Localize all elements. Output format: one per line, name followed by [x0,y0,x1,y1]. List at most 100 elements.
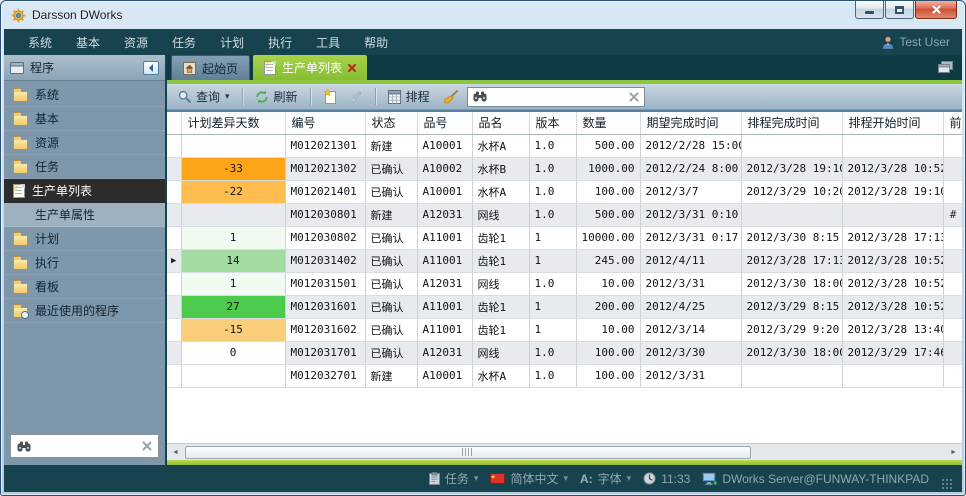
status-language-menu[interactable]: 简体中文 ▾ [490,470,568,487]
status-task-menu[interactable]: 任务 ▾ [429,470,479,487]
close-button[interactable] [915,1,957,19]
cell-item_name: 齿轮1 [472,249,529,272]
cell-code: M012031501 [285,272,365,295]
cell-sched_end [741,364,842,387]
page-icon [13,184,25,198]
scrollbar-thumb[interactable] [185,446,751,459]
sidebar-item-label: 最近使用的程序 [35,302,119,319]
minimize-icon [865,11,874,14]
cell-sched_start [842,364,943,387]
table-row[interactable]: -33M012021302已确认A10002水杯B1.01000.002012/… [167,157,962,180]
column-header-sched_start[interactable]: 排程开始时间 [842,111,943,134]
cell-version: 1 [529,295,576,318]
table-row[interactable]: -22M012021401已确认A10001水杯A1.0100.002012/3… [167,180,962,203]
column-header-code[interactable]: 编号 [285,111,365,134]
column-header-version[interactable]: 版本 [529,111,576,134]
resize-grip[interactable] [941,478,952,489]
sidebar-item-9[interactable]: 最近使用的程序 [4,299,165,323]
table-row[interactable]: -15M012031602已确认A11001齿轮1110.002012/3/14… [167,318,962,341]
folder-icon [13,139,28,150]
minimize-button[interactable] [855,1,884,19]
sidebar-item-0[interactable]: 系统 [4,83,165,107]
menu-item-1[interactable]: 基本 [64,30,112,55]
clear-search-icon[interactable] [629,92,639,102]
table-row[interactable]: ▶14M012031402已确认A11001齿轮11245.002012/4/1… [167,249,962,272]
cell-qty: 10.00 [576,272,640,295]
sidebar-item-8[interactable]: 看板 [4,275,165,299]
menu-item-7[interactable]: 帮助 [352,30,400,55]
maximize-button[interactable] [885,1,914,19]
status-font-menu[interactable]: A: 字体 ▾ [580,470,631,487]
column-header-item_name[interactable]: 品名 [472,111,529,134]
row-gutter-cell [167,180,181,203]
cell-sched_start: 2012/3/28 10:52 [842,295,943,318]
edit-pencil-icon[interactable] [346,88,367,105]
cell-extra [943,226,962,249]
horizontal-scrollbar[interactable]: ◄ ► [167,443,962,460]
cell-extra [943,249,962,272]
folder-clock-icon [13,307,28,318]
query-button[interactable]: 查询 ▾ [174,86,234,107]
cell-qty: 200.00 [576,295,640,318]
cell-diff: 1 [181,226,285,249]
tab-close-icon[interactable] [348,64,356,72]
column-header-status[interactable]: 状态 [365,111,417,134]
user-area[interactable]: Test User [882,35,950,49]
column-header-diff[interactable]: 计划差异天数 [181,111,285,134]
menu-item-3[interactable]: 任务 [160,30,208,55]
column-header-sched_end[interactable]: 排程完成时间 [741,111,842,134]
tab-home[interactable]: 起始页 [171,55,250,80]
status-task-label: 任务 [445,470,469,487]
clear-search-icon[interactable] [142,441,152,451]
table-row[interactable]: 27M012031601已确认A11001齿轮11200.002012/4/25… [167,295,962,318]
table-row[interactable]: M012032701新建A10001水杯A1.0100.002012/3/31 [167,364,962,387]
sidebar-item-5[interactable]: 生产单属性 [4,203,165,227]
chevron-left-icon [148,64,154,72]
menu-item-0[interactable]: 系统 [16,30,64,55]
cell-diff: -22 [181,180,285,203]
clock-icon [643,472,656,485]
cell-expect: 2012/3/30 [640,341,741,364]
table-row[interactable]: M012021301新建A10001水杯A1.0500.002012/2/28 … [167,134,962,157]
sidebar-search-input[interactable] [36,439,137,453]
column-header-qty[interactable]: 数量 [576,111,640,134]
scroll-left-icon[interactable]: ◄ [168,445,183,460]
table-row[interactable]: 0M012031701已确认A12031网线1.0100.002012/3/30… [167,341,962,364]
sidebar-item-3[interactable]: 任务 [4,155,165,179]
cell-code: M012031602 [285,318,365,341]
current-row-marker: ▶ [167,249,181,272]
cell-status: 已确认 [365,249,417,272]
sidebar-item-7[interactable]: 执行 [4,251,165,275]
sidebar-item-2[interactable]: 资源 [4,131,165,155]
menu-item-2[interactable]: 资源 [112,30,160,55]
refresh-button[interactable]: 刷新 [251,86,302,107]
menu-item-5[interactable]: 执行 [256,30,304,55]
column-header-extra[interactable]: 前 [943,111,962,134]
toolbar-separator [310,88,311,105]
toolbar-search-input[interactable] [492,90,624,104]
new-document-icon[interactable] [319,87,341,106]
sidebar-item-1[interactable]: 基本 [4,107,165,131]
cell-sched_end: 2012/3/29 8:15 [741,295,842,318]
column-header-item_no[interactable]: 品号 [417,111,472,134]
cell-extra: # [943,203,962,226]
table-row[interactable]: 1M012030802已确认A11001齿轮1110000.002012/3/3… [167,226,962,249]
cell-diff: 27 [181,295,285,318]
sidebar-item-4[interactable]: 生产单列表 [4,179,165,203]
table-row[interactable]: 1M012031501已确认A12031网线1.010.002012/3/312… [167,272,962,295]
windows-stack-icon[interactable] [938,61,953,73]
scroll-right-icon[interactable]: ► [946,445,961,460]
query-caret-icon[interactable]: ▾ [225,91,230,102]
sidebar-collapse-button[interactable] [143,61,159,75]
menu-item-4[interactable]: 计划 [208,30,256,55]
title-bar[interactable]: Darsson DWorks [1,1,965,29]
cell-sched_start: 2012/3/28 13:40 [842,318,943,341]
schedule-button[interactable]: 排程 [384,86,434,107]
tab-production-order-list[interactable]: 生产单列表 [253,55,367,80]
table-row[interactable]: M012030801新建A12031网线1.0500.002012/3/31 0… [167,203,962,226]
sidebar-item-6[interactable]: 计划 [4,227,165,251]
broom-icon[interactable] [439,88,462,106]
scrollbar-track[interactable] [183,445,946,460]
menu-item-6[interactable]: 工具 [304,30,352,55]
column-header-expect[interactable]: 期望完成时间 [640,111,741,134]
